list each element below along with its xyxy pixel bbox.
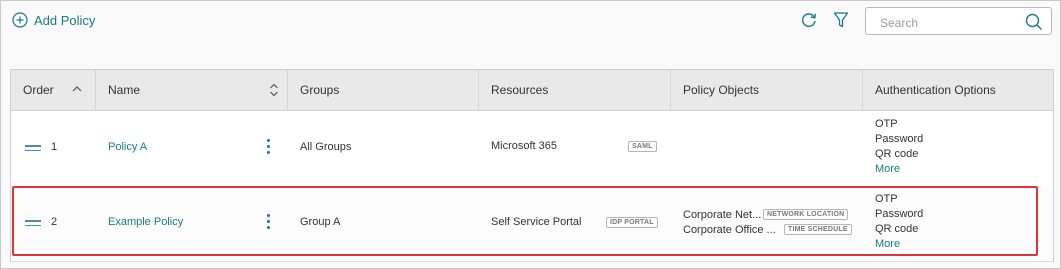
column-header-order[interactable]: Order [11,70,96,110]
policy-panel: Add Policy Order Name [0,0,1061,269]
groups-value: Group A [300,216,341,228]
column-header-resources[interactable]: Resources [479,70,671,110]
sort-icon[interactable] [268,83,280,97]
policy-object-badge: NETWORK LOCATION [763,209,849,220]
search-icon[interactable] [1025,13,1043,31]
policy-object-badge: TIME SCHEDULE [784,224,852,235]
order-number: 1 [51,141,58,153]
groups-value: All Groups [300,141,352,153]
drag-handle-icon[interactable] [25,145,41,154]
column-header-policy-objects[interactable]: Policy Objects [671,70,863,110]
more-options-icon[interactable] [267,214,270,232]
policy-object-name: Corporate Net... [683,209,762,221]
auth-option: OTP [875,118,898,130]
auth-option: QR code [875,148,919,160]
more-auth-options-link[interactable]: More [875,237,923,252]
auth-options-list: OTP Password QR code More [875,117,923,177]
table-header: Order Name Groups Resources Policy Objec… [11,70,1053,111]
auth-option: Password [875,208,924,220]
drag-handle-icon[interactable] [25,220,41,229]
refresh-icon[interactable] [800,11,818,29]
resource-name: Self Service Portal [491,216,582,228]
more-options-icon[interactable] [267,139,270,157]
table-row[interactable]: 2 Example Policy Group A Self Service Po… [11,186,1053,262]
policy-table: Order Name Groups Resources Policy Objec… [10,69,1054,262]
resource-type-badge: IDP PORTAL [606,217,658,228]
policy-name-link[interactable]: Example Policy [108,216,183,228]
policy-name-link[interactable]: Policy A [108,141,147,153]
more-auth-options-link[interactable]: More [875,162,923,177]
chevron-up-icon[interactable] [71,83,83,95]
policy-object-name: Corporate Office ... [683,224,776,236]
filter-icon[interactable] [833,11,849,29]
table-row[interactable]: 1 Policy A All Groups Microsoft 365 SAML… [11,111,1053,187]
auth-option: QR code [875,223,919,235]
auth-option: OTP [875,193,898,205]
order-number: 2 [51,216,58,228]
auth-options-list: OTP Password QR code More [875,192,923,252]
plus-circle-icon [12,12,28,28]
column-header-authentication-options[interactable]: Authentication Options [863,70,1053,110]
column-header-name[interactable]: Name [96,70,288,110]
column-header-groups[interactable]: Groups [288,70,479,110]
add-policy-button[interactable]: Add Policy [12,12,95,28]
add-policy-label: Add Policy [34,12,96,28]
search-input[interactable] [878,13,1022,33]
resource-name: Microsoft 365 [491,140,558,152]
search-box[interactable] [865,7,1052,35]
resource-type-badge: SAML [628,141,657,152]
auth-option: Password [875,133,924,145]
